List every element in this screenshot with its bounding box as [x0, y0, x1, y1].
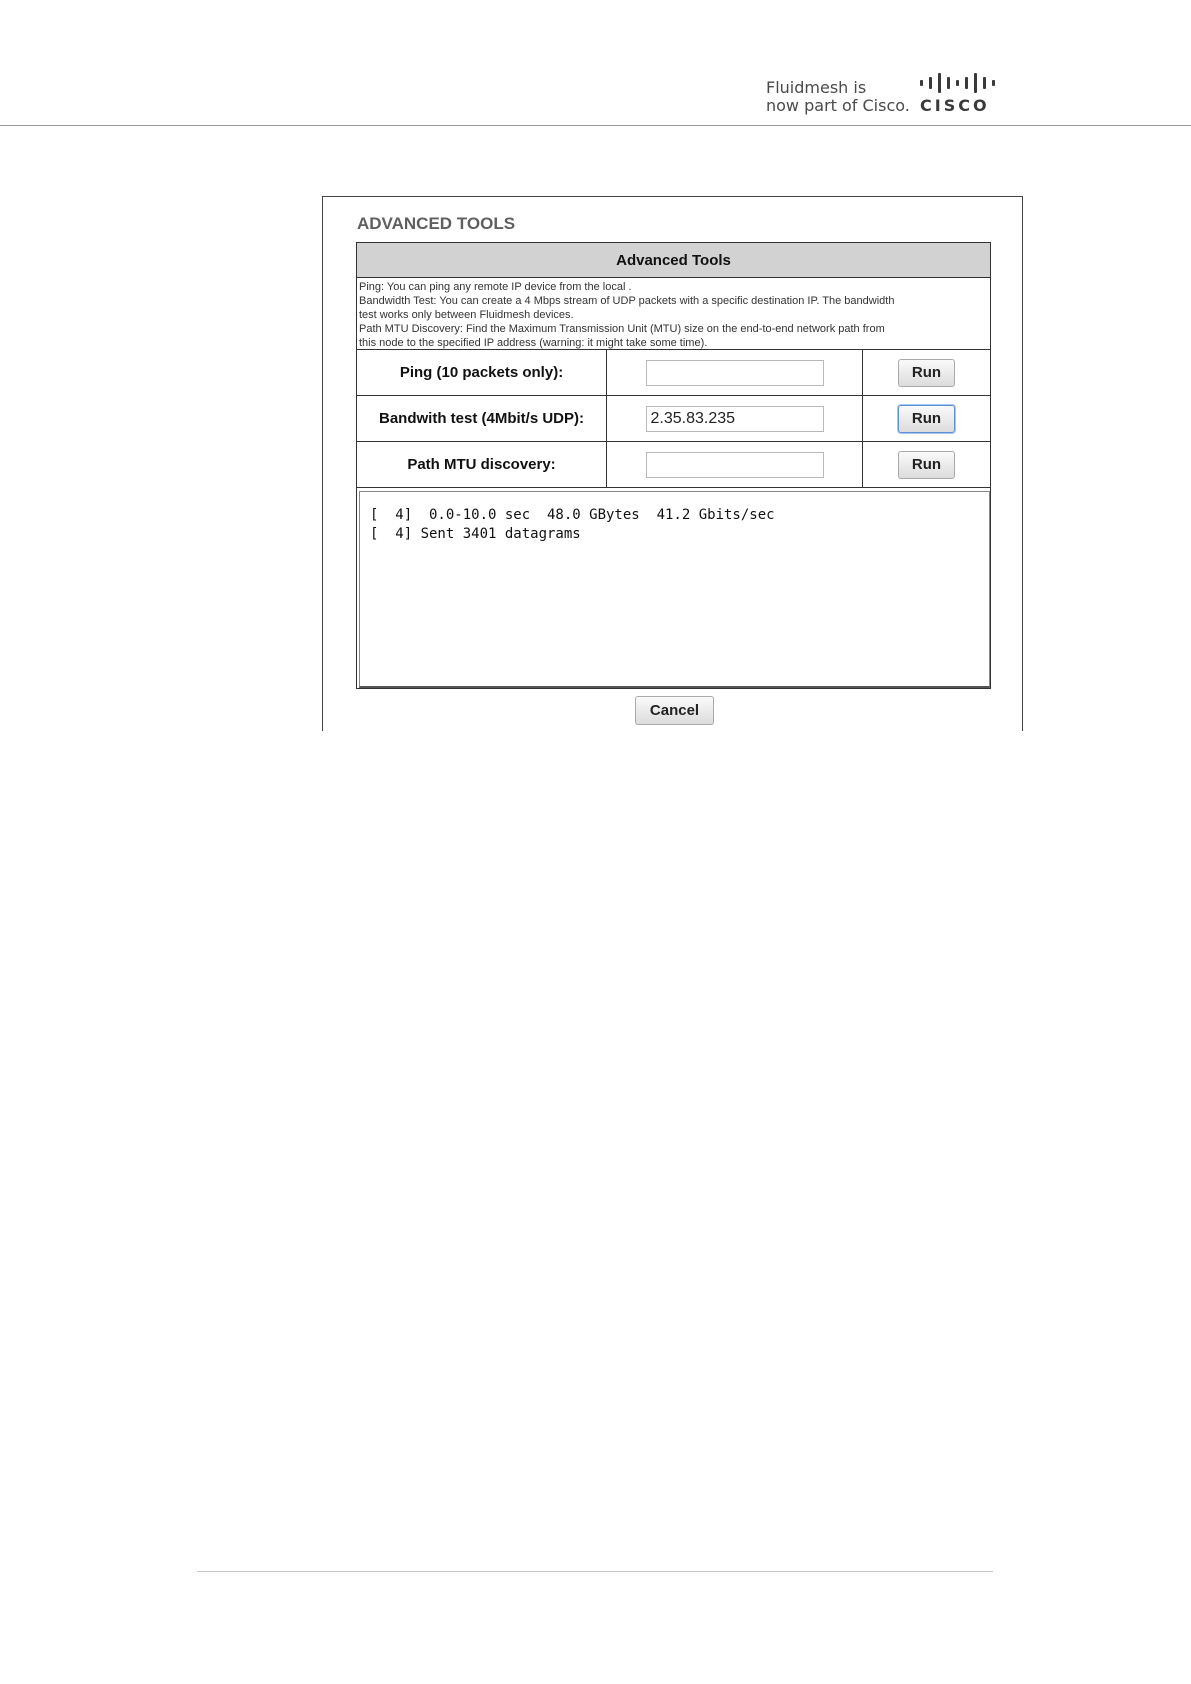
cisco-bars-icon	[920, 72, 996, 94]
description-line: Ping: You can ping any remote IP device …	[359, 281, 632, 293]
advanced-tools-screenshot: ADVANCED TOOLS Advanced Tools Ping: You …	[322, 196, 1023, 731]
description-line: test works only between Fluidmesh device…	[359, 309, 574, 321]
cisco-wordmark: CISCO	[920, 96, 990, 115]
ping-ip-input[interactable]	[645, 359, 824, 386]
header-divider	[0, 125, 1191, 126]
description-line: Path MTU Discovery: Find the Maximum Tra…	[359, 323, 885, 335]
bandwidth-ip-input[interactable]	[645, 405, 824, 432]
output-container: [ 4] 0.0-10.0 sec 48.0 GBytes 41.2 Gbits…	[357, 488, 990, 688]
ping-row: Ping (10 packets only): Run	[357, 350, 990, 396]
cancel-button[interactable]: Cancel	[635, 696, 714, 725]
brand-line-2: now part of Cisco.	[766, 96, 910, 115]
cisco-logo: CISCO	[920, 72, 996, 116]
output-console[interactable]: [ 4] 0.0-10.0 sec 48.0 GBytes 41.2 Gbits…	[359, 491, 990, 688]
bandwidth-run-button[interactable]: Run	[898, 404, 955, 433]
bandwidth-row: Bandwith test (4Mbit/s UDP): Run	[357, 396, 990, 442]
tools-description: Ping: You can ping any remote IP device …	[357, 278, 990, 350]
ping-label: Ping (10 packets only):	[357, 350, 607, 395]
brand-text: Fluidmesh is now part of Cisco.	[766, 79, 910, 115]
ping-run-button[interactable]: Run	[898, 358, 955, 387]
output-line: [ 4] Sent 3401 datagrams	[370, 526, 581, 542]
bandwidth-label: Bandwith test (4Mbit/s UDP):	[357, 396, 607, 441]
brand-line-1: Fluidmesh is	[766, 78, 867, 97]
path-mtu-ip-input[interactable]	[645, 451, 824, 478]
output-line: [ 4] 0.0-10.0 sec 48.0 GBytes 41.2 Gbits…	[370, 507, 775, 523]
footer-divider	[197, 1571, 993, 1572]
advanced-tools-panel: Advanced Tools Ping: You can ping any re…	[356, 242, 991, 689]
path-mtu-label: Path MTU discovery:	[357, 442, 607, 487]
description-line: this node to the specified IP address (w…	[359, 337, 708, 349]
path-mtu-run-button[interactable]: Run	[898, 450, 955, 479]
panel-title: Advanced Tools	[357, 243, 990, 278]
path-mtu-row: Path MTU discovery: Run	[357, 442, 990, 488]
section-title: ADVANCED TOOLS	[357, 214, 516, 233]
description-line: Bandwidth Test: You can create a 4 Mbps …	[359, 295, 895, 307]
